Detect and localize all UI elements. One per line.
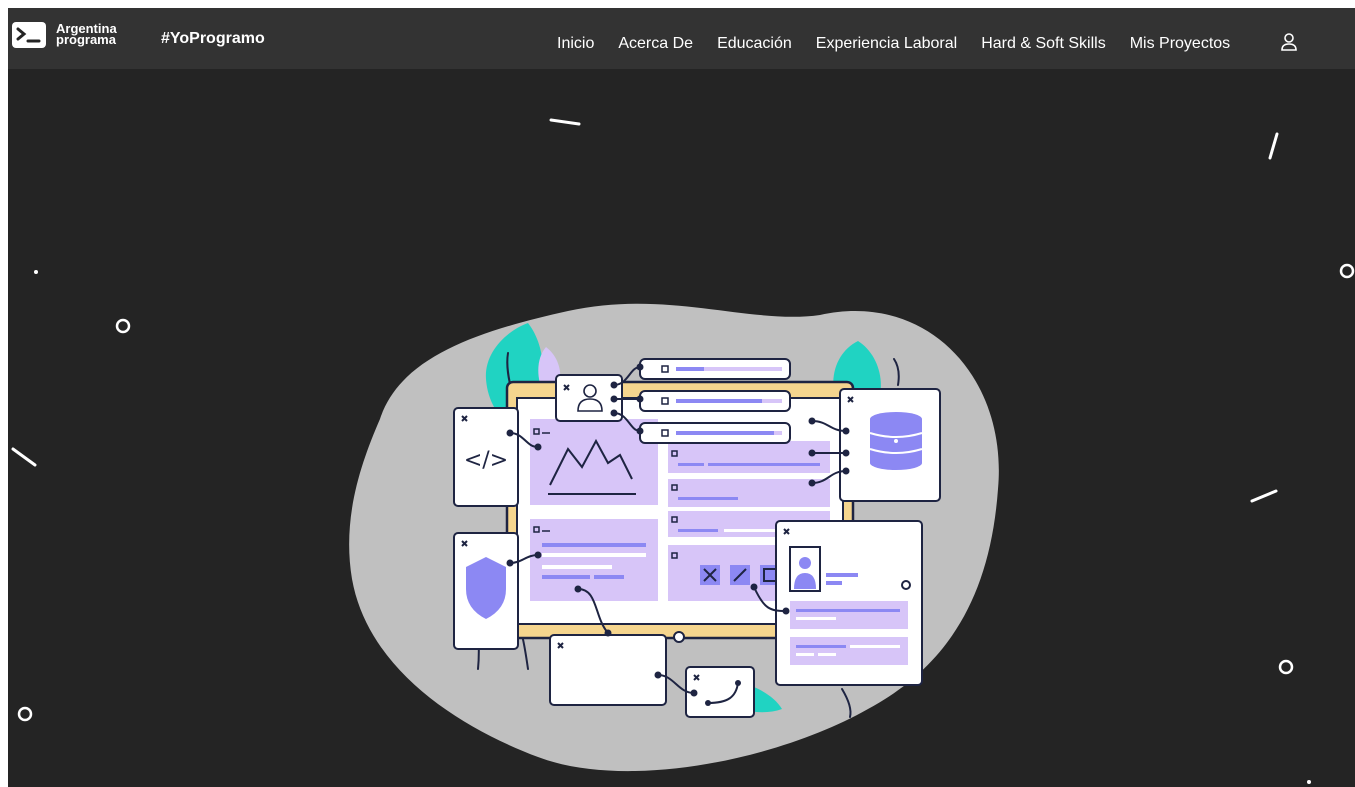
terminal-logo-icon[interactable] [12,22,46,48]
main-nav: Inicio Acerca De Educación Experiencia L… [557,32,1230,56]
hero-section: </> [8,69,1355,787]
nav-link-acerca-de[interactable]: Acerca De [618,35,693,53]
hero-illustration: </> [11,118,1355,784]
shield-window [453,532,519,650]
top-navbar: Argentina programa #YoProgramo Inicio Ac… [8,8,1355,69]
database-window [839,388,941,502]
code-window: </> [453,407,519,507]
nav-link-inicio[interactable]: Inicio [557,35,594,53]
blank-window [549,634,667,706]
profile-window [775,520,923,686]
page-frame: Argentina programa #YoProgramo Inicio Ac… [8,8,1355,787]
brand-tagline: #YoProgramo [161,30,265,47]
logo-line-2: programa [56,32,116,47]
svg-text:</>: </> [464,448,508,473]
user-icon[interactable] [1278,30,1300,56]
nav-link-educacion[interactable]: Educación [717,35,792,53]
nav-link-hard-soft-skills[interactable]: Hard & Soft Skills [981,35,1105,53]
nav-link-experiencia-laboral[interactable]: Experiencia Laboral [816,35,957,53]
brand-logo-text[interactable]: Argentina programa [56,22,136,47]
nav-link-mis-proyectos[interactable]: Mis Proyectos [1130,35,1230,53]
list-bars [639,358,791,444]
